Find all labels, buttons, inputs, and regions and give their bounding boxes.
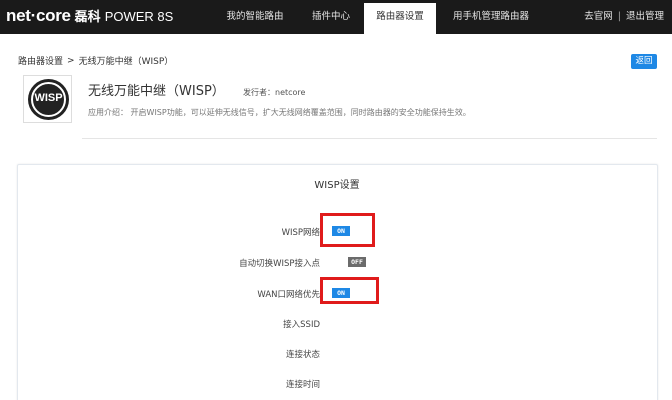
plugin-title: 无线万能中继（WISP）: [88, 84, 225, 99]
tab-plugin-center[interactable]: 插件中心: [302, 0, 360, 34]
brand-name-cn: 磊科: [74, 10, 101, 25]
highlight-box-wisp: [320, 213, 375, 247]
wisp-icon: WISP: [28, 79, 69, 120]
plugin-publisher: 发行者：netcore: [243, 88, 306, 97]
breadcrumb-router-settings[interactable]: 路由器设置: [18, 54, 63, 67]
tab-mobile-management[interactable]: 用手机管理路由器: [444, 0, 538, 34]
plugin-icon-box: WISP: [23, 75, 72, 123]
breadcrumb-arrow: >: [67, 55, 75, 66]
wisp-icon-text: WISP: [34, 92, 63, 104]
header-divider: [82, 138, 657, 139]
breadcrumb-current: 无线万能中继（WISP）: [78, 57, 174, 67]
wan-priority-label: WAN口网络优先: [257, 290, 320, 300]
tab-router-settings[interactable]: 路由器设置: [364, 3, 436, 34]
settings-title: WISP设置: [314, 180, 360, 191]
highlight-box-wan: [320, 277, 379, 304]
wisp-network-label: WISP网络: [281, 228, 320, 238]
brand-name: net·core: [6, 6, 71, 25]
link-separator: |: [617, 11, 621, 22]
plugin-description: 应用介绍： 开启WISP功能，可以延伸无线信号，扩大无线网络覆盖范围，同时路由器…: [88, 108, 471, 117]
router-model: POWER 8S: [104, 9, 174, 24]
netcore-logo[interactable]: net·core 磊科 POWER 8S: [6, 6, 173, 28]
back-button[interactable]: 返回: [631, 54, 657, 69]
breadcrumb: 路由器设置 > 无线万能中继（WISP）: [18, 54, 174, 68]
tab-my-smart-router[interactable]: 我的智能路由: [210, 0, 300, 34]
connection-status-label: 连接状态: [285, 350, 320, 360]
connection-time-label: 连接时间: [285, 380, 320, 390]
auto-switch-label: 自动切换WISP接入点: [239, 259, 320, 269]
top-links: 去官网 | 退出管理: [584, 0, 664, 34]
logout-link[interactable]: 退出管理: [626, 0, 664, 34]
top-navigation-bar: net·core 磊科 POWER 8S 我的智能路由 插件中心 路由器设置 用…: [0, 0, 672, 34]
ssid-label: 接入SSID: [283, 320, 320, 330]
official-site-link[interactable]: 去官网: [584, 0, 613, 34]
auto-switch-toggle[interactable]: OFF: [335, 257, 366, 267]
